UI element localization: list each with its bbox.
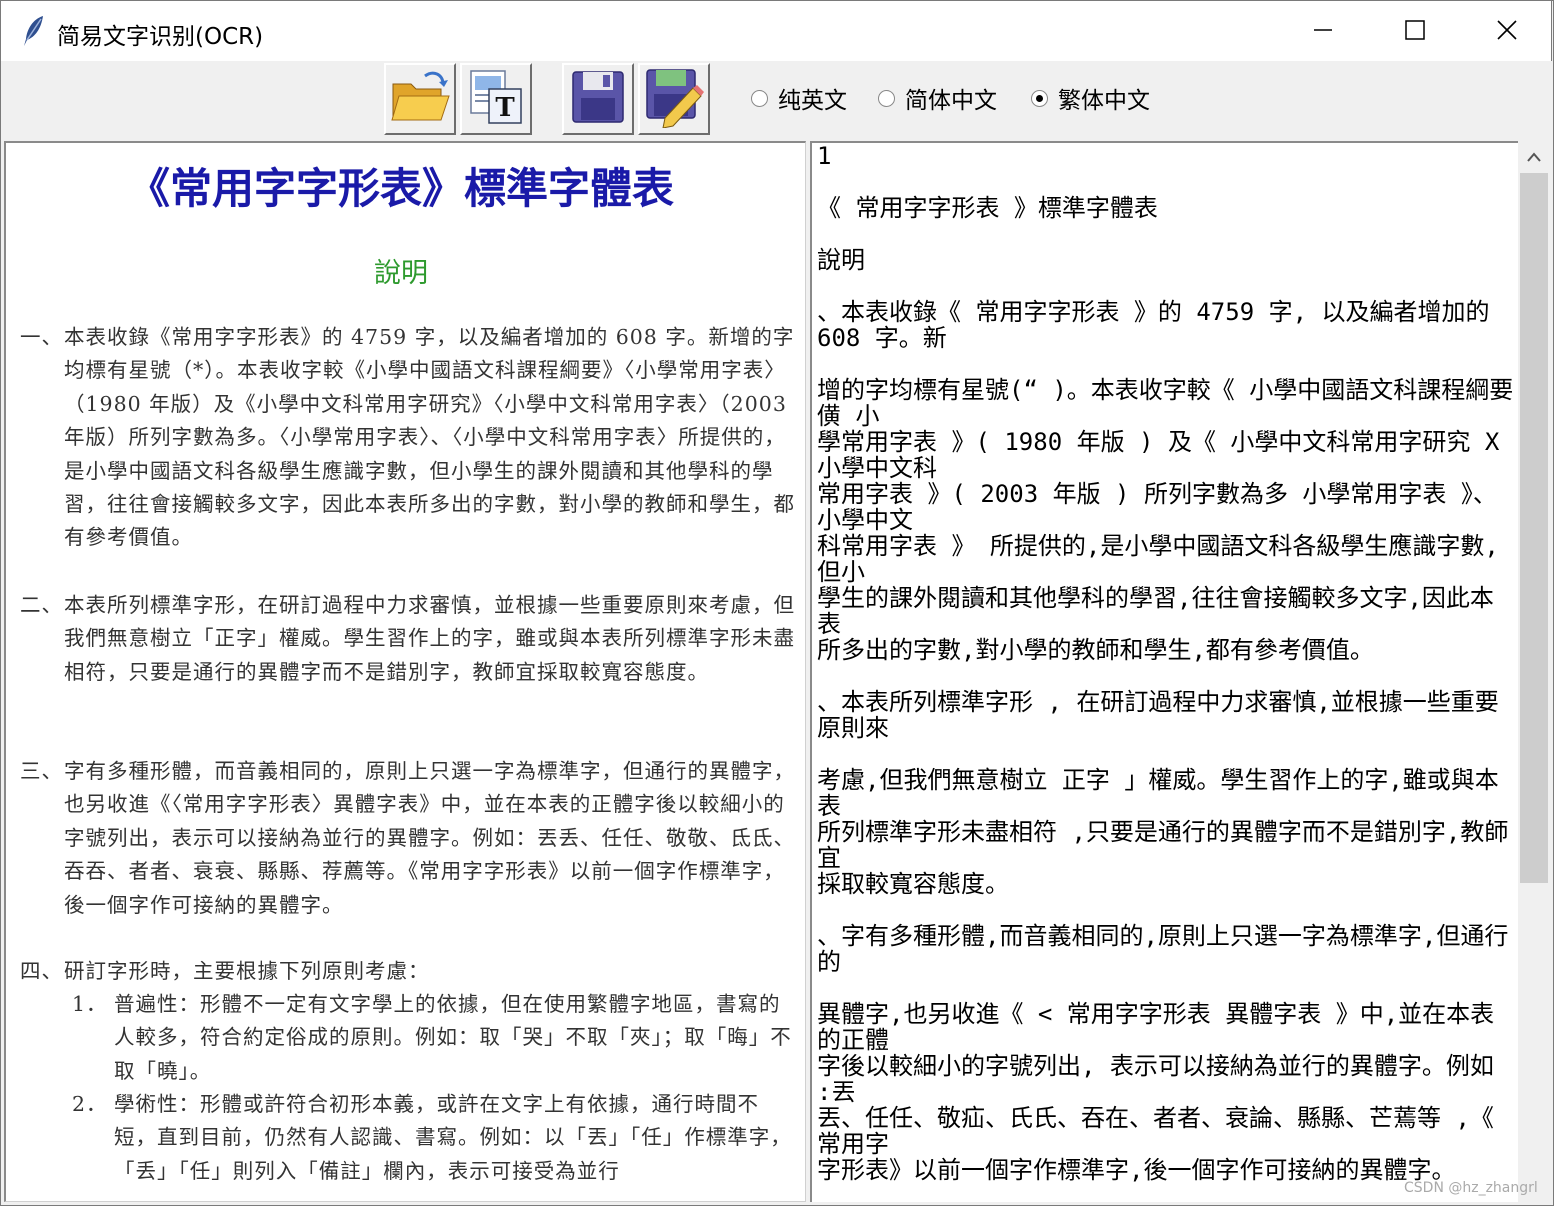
- radio-traditional-indicator[interactable]: [1031, 89, 1048, 107]
- paragraph-1: 一、 本表收錄《常用字字形表》的 4759 字，以及編者增加的 608 字。新增…: [20, 321, 795, 555]
- radio-traditional-label: 繁体中文: [1058, 88, 1150, 114]
- sub-item-text: 學術性：形體或許符合初形本義，或許在文字上有依據，通行時間不短，直到目前，仍然有…: [114, 1092, 792, 1183]
- paragraph-number: 三、: [20, 759, 63, 783]
- chevron-up-icon: [1526, 148, 1542, 167]
- open-folder-icon: [389, 70, 451, 128]
- open-image-button[interactable]: [384, 63, 456, 135]
- radio-simplified-label: 简体中文: [905, 88, 997, 114]
- close-button[interactable]: [1461, 1, 1553, 62]
- ocr-text-icon: T: [465, 67, 527, 131]
- paragraph-text: 本表所列標準字形，在研訂過程中力求審慎，並根據一些重要原則來考慮，但我們無意樹立…: [64, 593, 795, 684]
- window-title: 简易文字识别(OCR): [57, 24, 264, 50]
- watermark: CSDN @hz_zhangrl: [1404, 1180, 1538, 1196]
- scrollbar-thumb[interactable]: [1520, 173, 1548, 883]
- maximize-button[interactable]: [1369, 1, 1461, 62]
- save-edit-icon: [643, 66, 705, 132]
- save-button[interactable]: [562, 63, 634, 135]
- feather-icon: [21, 15, 47, 47]
- paragraph-4: 四、 研訂字形時，主要根據下列原則考慮：: [20, 955, 795, 988]
- save-icon: [569, 68, 627, 130]
- ocr-result-textbox[interactable]: 1 《 常用字字形表 》標準字體表 說明 、本表收錄《 常用字字形表 》的 47…: [810, 141, 1518, 1202]
- paragraph-text: 研訂字形時，主要根據下列原則考慮：: [64, 959, 430, 983]
- paragraph-text: 本表收錄《常用字字形表》的 4759 字，以及編者增加的 608 字。新增的字均…: [64, 325, 795, 550]
- sub-item-2: 2． 學術性：形體或許符合初形本義，或許在文字上有依據，通行時間不短，直到目前，…: [72, 1088, 797, 1188]
- ocr-result-text[interactable]: 1 《 常用字字形表 》標準字體表 說明 、本表收錄《 常用字字形表 》的 47…: [817, 143, 1517, 1183]
- radio-simplified-indicator[interactable]: [878, 89, 895, 107]
- image-preview: 《常用字字形表》標準字體表 說明 一、 本表收錄《常用字字形表》的 4759 字…: [4, 141, 806, 1202]
- toolbar: T 纯英文 简体中文 繁体中文: [0, 61, 1554, 139]
- paragraph-2: 二、 本表所列標準字形，在研訂過程中力求審慎，並根據一些重要原則來考慮，但我們無…: [20, 589, 795, 689]
- paragraph-3: 三、 字有多種形體，而音義相同的，原則上只選一字為標準字，但通行的異體字，也另收…: [20, 755, 795, 922]
- svg-text:T: T: [495, 93, 515, 123]
- sub-item-number: 1．: [72, 992, 108, 1016]
- document-title: 《常用字字形表》標準字體表: [127, 164, 674, 213]
- close-icon: [1496, 19, 1518, 45]
- sub-item-1: 1． 普遍性：形體不一定有文字學上的依據，但在使用繁體字地區，書寫的人較多，符合…: [72, 988, 797, 1088]
- save-as-button[interactable]: [638, 63, 710, 135]
- paragraph-number: 一、: [20, 325, 63, 349]
- vertical-scrollbar[interactable]: [1518, 141, 1550, 1202]
- radio-english-label: 纯英文: [778, 88, 847, 114]
- minimize-button[interactable]: [1277, 1, 1369, 62]
- minimize-icon: [1313, 20, 1333, 44]
- recognize-button[interactable]: T: [460, 63, 532, 135]
- paragraph-text: 字有多種形體，而音義相同的，原則上只選一字為標準字，但通行的異體字，也另收進《〈…: [64, 759, 795, 917]
- radio-simplified-chinese[interactable]: 简体中文: [878, 83, 997, 114]
- sub-item-number: 2．: [72, 1092, 108, 1116]
- sub-item-text: 普遍性：形體不一定有文字學上的依據，但在使用繁體字地區，書寫的人較多，符合約定俗…: [114, 992, 792, 1083]
- radio-english[interactable]: 纯英文: [751, 83, 847, 114]
- paragraph-number: 二、: [20, 593, 63, 617]
- maximize-icon: [1404, 19, 1426, 45]
- title-bar: 简易文字识别(OCR): [0, 0, 1552, 61]
- scroll-up-button[interactable]: [1518, 141, 1550, 173]
- paragraph-number: 四、: [20, 959, 63, 983]
- radio-english-indicator[interactable]: [751, 89, 768, 107]
- radio-traditional-chinese[interactable]: 繁体中文: [1031, 83, 1150, 114]
- document-subtitle: 說明: [374, 258, 428, 289]
